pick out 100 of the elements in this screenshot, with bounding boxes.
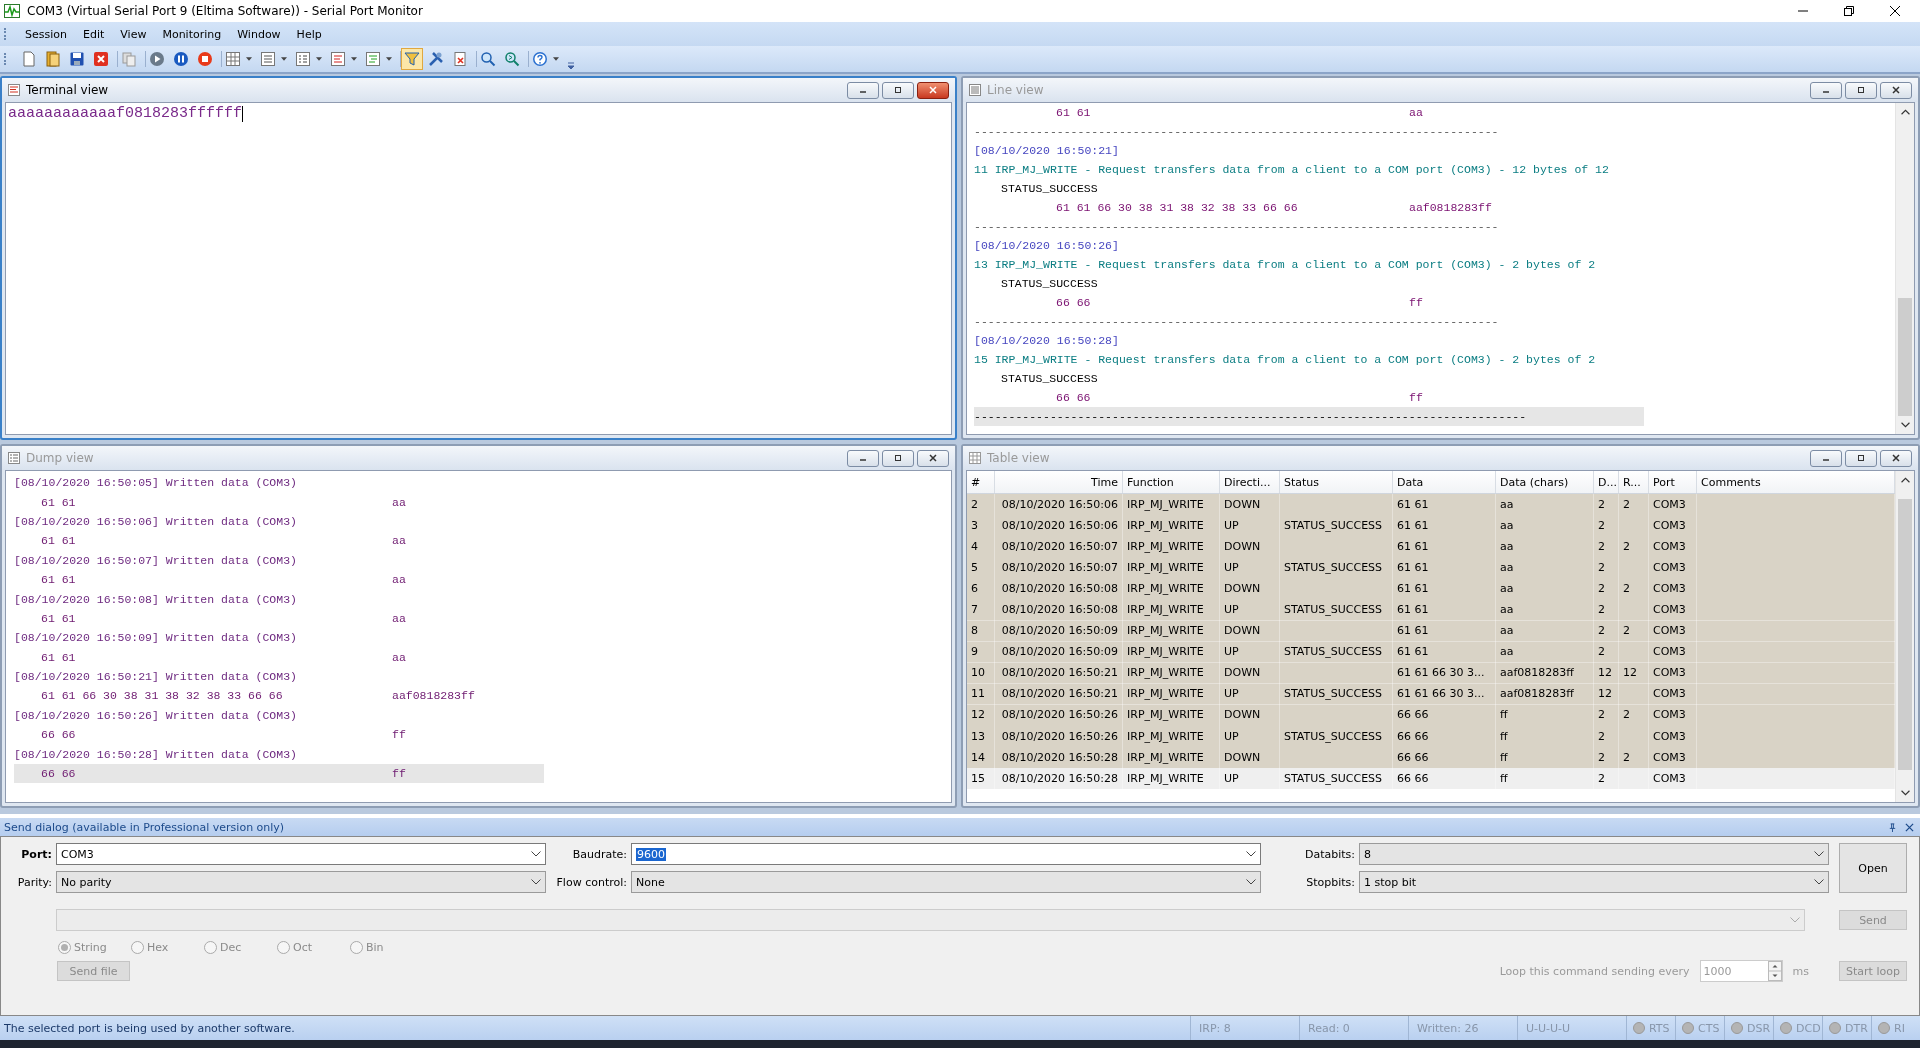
scroll-up-icon[interactable] xyxy=(1900,477,1910,483)
table-cell: 2 xyxy=(1598,729,1605,743)
table-cell: 5 xyxy=(971,560,978,574)
table-row[interactable]: 14 08/10/2020 16:50:28 IRP_MJ_WRITE DOWN 66 66 ff 2 2 COM3 xyxy=(967,747,1895,769)
column-header[interactable]: Port xyxy=(1649,471,1697,493)
restore-button[interactable] xyxy=(1845,81,1877,99)
menu-item[interactable]: Window xyxy=(229,27,289,41)
separator-text: ---------------------------------------------------------------------------- xyxy=(974,220,1499,233)
table-cell: aa xyxy=(1500,581,1514,595)
column-header[interactable]: Time xyxy=(995,471,1123,493)
table-cell: 66 66 xyxy=(1397,708,1429,722)
table-cell: 12 xyxy=(1623,666,1637,680)
port-dropdown[interactable]: COM3 xyxy=(56,843,546,865)
table-cell: 2 xyxy=(1598,771,1605,785)
table-row[interactable]: 5 08/10/2020 16:50:07 IRP_MJ_WRITE UP STATUS_SUCCESS 61 61 aa 2 COM3 xyxy=(967,557,1895,579)
table-row[interactable]: 13 08/10/2020 16:50:26 IRP_MJ_WRITE UP STATUS_SUCCESS 66 66 ff 2 COM3 xyxy=(967,726,1895,748)
minimize-button[interactable] xyxy=(847,81,879,99)
radio-button[interactable] xyxy=(277,941,290,954)
scroll-down-icon[interactable] xyxy=(1900,422,1910,428)
restore-button[interactable] xyxy=(1845,449,1877,467)
table-cell: COM3 xyxy=(1653,603,1686,616)
restore-button[interactable] xyxy=(882,81,914,99)
minimize-button[interactable] xyxy=(847,449,879,467)
column-header[interactable]: Function xyxy=(1123,471,1220,493)
restore-icon[interactable] xyxy=(1844,6,1854,16)
menu-item[interactable]: Monitoring xyxy=(154,27,230,41)
column-header[interactable]: Directi... xyxy=(1220,471,1280,493)
close-button[interactable] xyxy=(917,449,949,467)
scroll-up-icon[interactable] xyxy=(1900,109,1910,115)
parity-dropdown[interactable]: No parity xyxy=(56,871,546,893)
table-row[interactable]: 2 08/10/2020 16:50:06 IRP_MJ_WRITE DOWN 61 61 aa 2 2 COM3 xyxy=(967,494,1895,516)
table-cell: 61 61 xyxy=(1397,539,1429,553)
menu-item[interactable]: Help xyxy=(288,27,330,41)
status-message: The selected port is being used by another software. xyxy=(3,1021,296,1035)
help-button[interactable] xyxy=(529,48,562,70)
open-button[interactable]: Open xyxy=(1839,843,1907,893)
char-data: aa xyxy=(392,611,406,625)
radio-button[interactable] xyxy=(131,941,144,954)
column-header[interactable]: Data (chars) xyxy=(1496,471,1594,493)
scrollbar[interactable] xyxy=(1895,471,1914,802)
pane-title: Line view xyxy=(987,83,1045,97)
open-file-icon xyxy=(45,51,61,67)
close-icon[interactable] xyxy=(1890,6,1900,16)
table-row[interactable]: 6 08/10/2020 16:50:08 IRP_MJ_WRITE DOWN 61 61 aa 2 2 COM3 xyxy=(967,578,1895,600)
table-cell: 12 xyxy=(1598,687,1612,701)
close-button[interactable] xyxy=(1880,449,1912,467)
table-row[interactable]: 11 08/10/2020 16:50:21 IRP_MJ_WRITE UP STATUS_SUCCESS 61 61 66 30 3... aaf0818283ff 12 COM3 xyxy=(967,683,1895,705)
scroll-down-icon[interactable] xyxy=(1900,790,1910,796)
column-header[interactable]: R... xyxy=(1619,471,1649,493)
table-cell: 2 xyxy=(1623,708,1630,722)
list-icon xyxy=(969,84,981,96)
pin-icon[interactable] xyxy=(1888,822,1897,832)
scroll-thumb[interactable] xyxy=(1898,298,1912,416)
baudrate-dropdown[interactable]: 9600 xyxy=(631,843,1261,865)
filter-button[interactable] xyxy=(401,48,423,70)
radio-label: String xyxy=(74,941,107,954)
close-button[interactable] xyxy=(1880,81,1912,99)
table-row[interactable]: 15 08/10/2020 16:50:28 IRP_MJ_WRITE UP STATUS_SUCCESS 66 66 ff 2 COM3 xyxy=(967,768,1895,790)
radio-button[interactable] xyxy=(204,941,217,954)
toolbar-options-icon[interactable] xyxy=(567,60,575,70)
table-row[interactable]: 10 08/10/2020 16:50:21 IRP_MJ_WRITE DOWN 61 61 66 30 3... aaf0818283ff 12 12 COM3 xyxy=(967,662,1895,684)
copy-icon xyxy=(121,51,137,67)
table-cell: 2 xyxy=(1598,645,1605,659)
radio-button[interactable] xyxy=(58,941,71,954)
minimize-button[interactable] xyxy=(1810,449,1842,467)
table-row[interactable]: 12 08/10/2020 16:50:26 IRP_MJ_WRITE DOWN 66 66 ff 2 2 COM3 xyxy=(967,704,1895,727)
spinner-icon[interactable] xyxy=(1767,961,1782,981)
column-header[interactable]: Data xyxy=(1393,471,1496,493)
minimize-button[interactable] xyxy=(1810,81,1842,99)
databits-dropdown[interactable]: 8 xyxy=(1359,843,1829,865)
flow-control-dropdown[interactable]: None xyxy=(631,871,1261,893)
separator-text: -------------------------------------------------------------------------------- xyxy=(974,410,1527,423)
dump-icon xyxy=(8,452,20,464)
grid-button[interactable] xyxy=(222,48,255,70)
column-header[interactable]: # xyxy=(967,471,995,493)
scrollbar[interactable] xyxy=(1895,103,1914,434)
table-cell: UP xyxy=(1224,645,1239,659)
radio-button[interactable] xyxy=(350,941,363,954)
table-cell: IRP_MJ_WRITE xyxy=(1127,687,1204,701)
scroll-thumb[interactable] xyxy=(1898,499,1912,771)
stopbits-dropdown[interactable]: 1 stop bit xyxy=(1359,871,1829,893)
table-row[interactable]: 3 08/10/2020 16:50:06 IRP_MJ_WRITE UP STATUS_SUCCESS 61 61 aa 2 COM3 xyxy=(967,515,1895,537)
hex-data: 61 61 66 30 38 31 38 32 38 33 66 66 xyxy=(1056,201,1299,214)
table-row[interactable]: 8 08/10/2020 16:50:09 IRP_MJ_WRITE DOWN 61 61 aa 2 2 COM3 xyxy=(967,620,1895,642)
table-cell: 10 xyxy=(971,666,985,680)
table-row[interactable]: 9 08/10/2020 16:50:09 IRP_MJ_WRITE UP STATUS_SUCCESS 61 61 aa 2 COM3 xyxy=(967,641,1895,663)
menu-item[interactable]: Edit xyxy=(75,27,113,41)
table-cell: aa xyxy=(1500,603,1514,616)
request-text: 11 IRP_MJ_WRITE - Request transfers data from a client to a COM port (COM3) - 12 bytes of 12 xyxy=(974,163,1609,176)
table-row[interactable]: 4 08/10/2020 16:50:07 IRP_MJ_WRITE DOWN 61 61 aa 2 2 COM3 xyxy=(967,536,1895,558)
restore-button[interactable] xyxy=(882,449,914,467)
table-cell: 2 xyxy=(1598,603,1605,616)
column-header[interactable]: Status xyxy=(1280,471,1393,493)
table-row[interactable]: 7 08/10/2020 16:50:08 IRP_MJ_WRITE UP STATUS_SUCCESS 61 61 aa 2 COM3 xyxy=(967,599,1895,621)
command-field[interactable] xyxy=(56,909,1805,931)
column-header[interactable]: D... xyxy=(1594,471,1619,493)
char-data: ff xyxy=(392,767,406,781)
menu-item[interactable]: Session xyxy=(17,27,75,41)
close-button[interactable] xyxy=(917,81,949,99)
menu-item[interactable]: View xyxy=(112,27,155,41)
